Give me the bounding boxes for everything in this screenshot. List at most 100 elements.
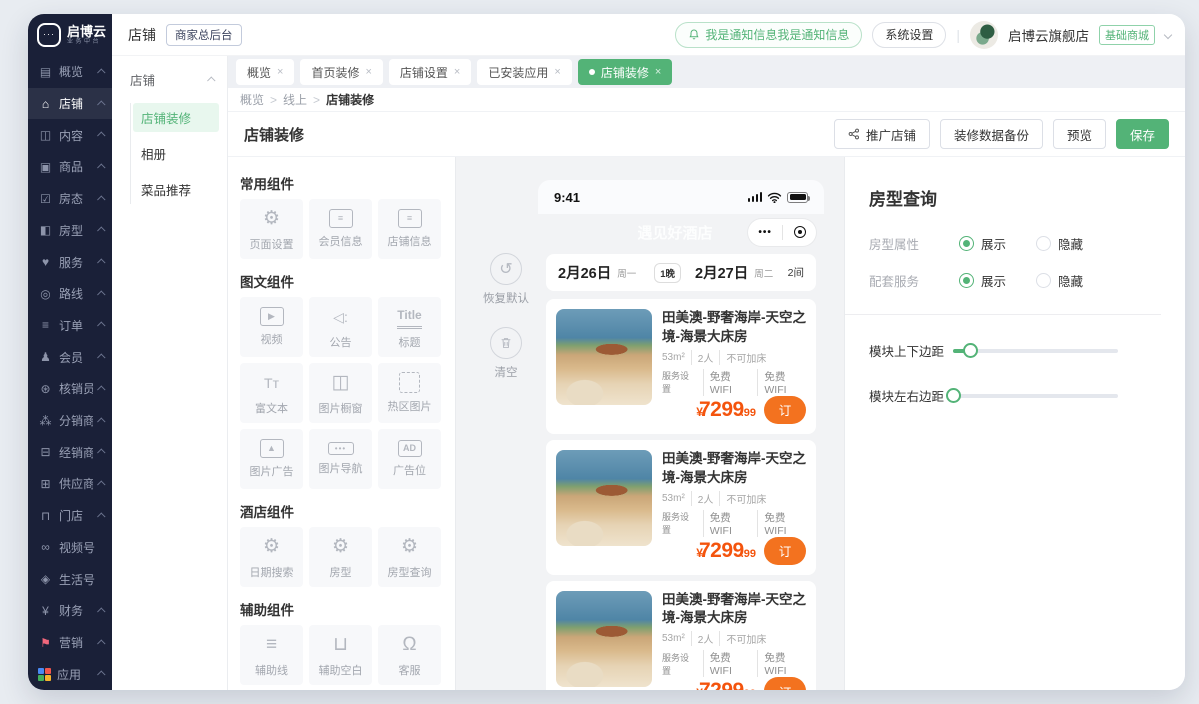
mini-program-capsule[interactable]: ••• xyxy=(748,219,816,246)
submenu-item-album[interactable]: 相册 xyxy=(133,139,219,168)
submenu-item-dish-recommend[interactable]: 菜品推荐 xyxy=(133,175,219,204)
sidebar-item-overview[interactable]: ▤概览 xyxy=(28,56,112,88)
close-icon[interactable]: × xyxy=(454,66,460,78)
ad-billboard-icon: AD xyxy=(398,440,422,457)
room-card[interactable]: 田美澳-野奢海岸-天空之境-海景大床房 53m²2人不可加床 服务设置免费WIF… xyxy=(546,581,816,690)
checkout-weekday: 周二 xyxy=(754,266,773,280)
slider-handle[interactable] xyxy=(946,388,961,403)
close-icon[interactable]: × xyxy=(554,66,560,78)
sidebar-item-finance[interactable]: ¥财务 xyxy=(28,595,112,627)
sidebar-item-apps[interactable]: 应用 xyxy=(28,658,112,690)
sidebar-item-service[interactable]: ♥服务 xyxy=(28,246,112,278)
rich-text-icon: Tт xyxy=(264,371,279,395)
notification-banner[interactable]: 我是通知信息我是通知信息 xyxy=(675,22,862,48)
tab-installed-apps[interactable]: 已安装应用× xyxy=(477,59,571,85)
component-announcement[interactable]: ◁:公告 xyxy=(309,297,372,357)
radio-hide[interactable]: 隐藏 xyxy=(1036,234,1083,253)
sidebar-item-verifier[interactable]: ⊛核销员 xyxy=(28,373,112,405)
save-button[interactable]: 保存 xyxy=(1116,119,1169,149)
horizontal-margin-slider[interactable] xyxy=(953,394,1118,398)
primary-sidebar: 启博云 业务中台 ▤概览 ⌂店铺 ◫内容 ▣商品 ☑房态 ◧房型 ♥服务 ◎路线… xyxy=(28,14,112,690)
component-title[interactable]: Title标题 xyxy=(378,297,441,357)
component-hotspot-image[interactable]: 热区图片 xyxy=(378,363,441,423)
component-ad-slot[interactable]: AD广告位 xyxy=(378,429,441,489)
tab-overview[interactable]: 概览× xyxy=(236,59,294,85)
sidebar-item-life-account[interactable]: ◈生活号 xyxy=(28,563,112,595)
backup-data-button[interactable]: 装修数据备份 xyxy=(940,119,1043,149)
room-attr-label: 房型属性 xyxy=(869,234,959,253)
title-text-icon: Title xyxy=(397,305,421,329)
active-dot-icon xyxy=(589,69,595,75)
component-image-nav[interactable]: •••图片导航 xyxy=(309,429,372,489)
room-card[interactable]: 田美澳-野奢海岸-天空之境-海景大床房 53m²2人不可加床 服务设置免费WIF… xyxy=(546,299,816,434)
room-card[interactable]: 田美澳-野奢海岸-天空之境-海景大床房 53m²2人不可加床 服务设置免费WIF… xyxy=(546,440,816,575)
close-icon[interactable]: × xyxy=(655,66,661,78)
component-page-settings[interactable]: ⚙页面设置 xyxy=(240,199,303,259)
sidebar-item-route[interactable]: ◎路线 xyxy=(28,278,112,310)
capsule-target-icon[interactable] xyxy=(794,226,806,238)
system-settings-button[interactable]: 系统设置 xyxy=(872,22,946,48)
sidebar-item-dealer[interactable]: ⊟经销商 xyxy=(28,436,112,468)
sidebar-item-marketing[interactable]: ⚑营销 xyxy=(28,627,112,659)
rooms-count[interactable]: 2间 xyxy=(788,265,804,280)
submenu-header[interactable]: 店铺 xyxy=(130,70,219,89)
promote-shop-button[interactable]: 推广店铺 xyxy=(834,119,930,149)
component-room-type[interactable]: ⚙房型 xyxy=(309,527,372,587)
service-icon: ♥ xyxy=(38,255,53,269)
component-video[interactable]: ▶视频 xyxy=(240,297,303,357)
chevron-down-icon[interactable] xyxy=(1164,30,1172,38)
sidebar-item-members[interactable]: ♟会员 xyxy=(28,341,112,373)
checkout-date[interactable]: 2月27日 xyxy=(695,262,748,283)
sidebar-item-store[interactable]: ⊓门店 xyxy=(28,500,112,532)
checkin-date[interactable]: 2月26日 xyxy=(558,262,611,283)
sidebar-item-room-status[interactable]: ☑房态 xyxy=(28,183,112,215)
radio-show[interactable]: 展示 xyxy=(959,271,1006,290)
submenu-item-shop-decoration[interactable]: 店铺装修 xyxy=(133,103,219,132)
sidebar-item-distributor[interactable]: ⁂分销商 xyxy=(28,405,112,437)
vertical-margin-slider[interactable] xyxy=(953,349,1118,353)
gear-icon: ⚙ xyxy=(332,535,349,559)
tab-home-decoration[interactable]: 首页装修× xyxy=(300,59,382,85)
sidebar-item-video-account[interactable]: ∞视频号 xyxy=(28,532,112,564)
close-icon[interactable]: × xyxy=(277,66,283,78)
clear-button[interactable]: 清空 xyxy=(476,327,536,380)
avatar[interactable] xyxy=(970,21,998,49)
component-member-info[interactable]: ≡会员信息 xyxy=(309,199,372,259)
book-button[interactable]: 订 xyxy=(764,396,806,424)
room-title: 田美澳-野奢海岸-天空之境-海景大床房 xyxy=(662,450,806,488)
supplier-icon: ⊞ xyxy=(38,477,53,491)
restore-icon: ↺ xyxy=(490,253,522,285)
date-search-bar[interactable]: 2月26日 周一 1晚 2月27日 周二 2间 xyxy=(546,254,816,291)
slider-handle[interactable] xyxy=(963,343,978,358)
sidebar-item-goods[interactable]: ▣商品 xyxy=(28,151,112,183)
radio-hide[interactable]: 隐藏 xyxy=(1036,271,1083,290)
component-image-showcase[interactable]: ◫图片橱窗 xyxy=(309,363,372,423)
sidebar-item-content[interactable]: ◫内容 xyxy=(28,119,112,151)
section-title: 常用组件 xyxy=(240,173,443,193)
component-rich-text[interactable]: Tт富文本 xyxy=(240,363,303,423)
component-guide-line[interactable]: ≡辅助线 xyxy=(240,625,303,685)
sidebar-item-supplier[interactable]: ⊞供应商 xyxy=(28,468,112,500)
component-customer-service[interactable]: Ω客服 xyxy=(378,625,441,685)
breadcrumb-item[interactable]: 线上 xyxy=(283,91,307,108)
book-button[interactable]: 订 xyxy=(764,537,806,565)
component-image-ad[interactable]: ▲图片广告 xyxy=(240,429,303,489)
more-dots-icon[interactable]: ••• xyxy=(758,227,772,238)
radio-show[interactable]: 展示 xyxy=(959,234,1006,253)
component-date-search[interactable]: ⚙日期搜索 xyxy=(240,527,303,587)
book-button[interactable]: 订 xyxy=(764,677,806,690)
preview-button[interactable]: 预览 xyxy=(1053,119,1106,149)
component-room-query[interactable]: ⚙房型查询 xyxy=(378,527,441,587)
close-icon[interactable]: × xyxy=(365,66,371,78)
tab-shop-settings[interactable]: 店铺设置× xyxy=(389,59,471,85)
breadcrumb-item[interactable]: 概览 xyxy=(240,91,264,108)
restore-default-button[interactable]: ↺ 恢复默认 xyxy=(476,253,536,306)
tab-shop-decoration[interactable]: 店铺装修× xyxy=(578,59,672,85)
lines-icon: ≡ xyxy=(266,633,277,657)
component-spacer[interactable]: ⊔辅助空白 xyxy=(309,625,372,685)
component-shop-info[interactable]: ≡店铺信息 xyxy=(378,199,441,259)
sidebar-item-orders[interactable]: ≡订单 xyxy=(28,310,112,342)
video-account-icon: ∞ xyxy=(38,540,53,554)
sidebar-item-room-type[interactable]: ◧房型 xyxy=(28,215,112,247)
sidebar-item-shop[interactable]: ⌂店铺 xyxy=(28,88,112,120)
